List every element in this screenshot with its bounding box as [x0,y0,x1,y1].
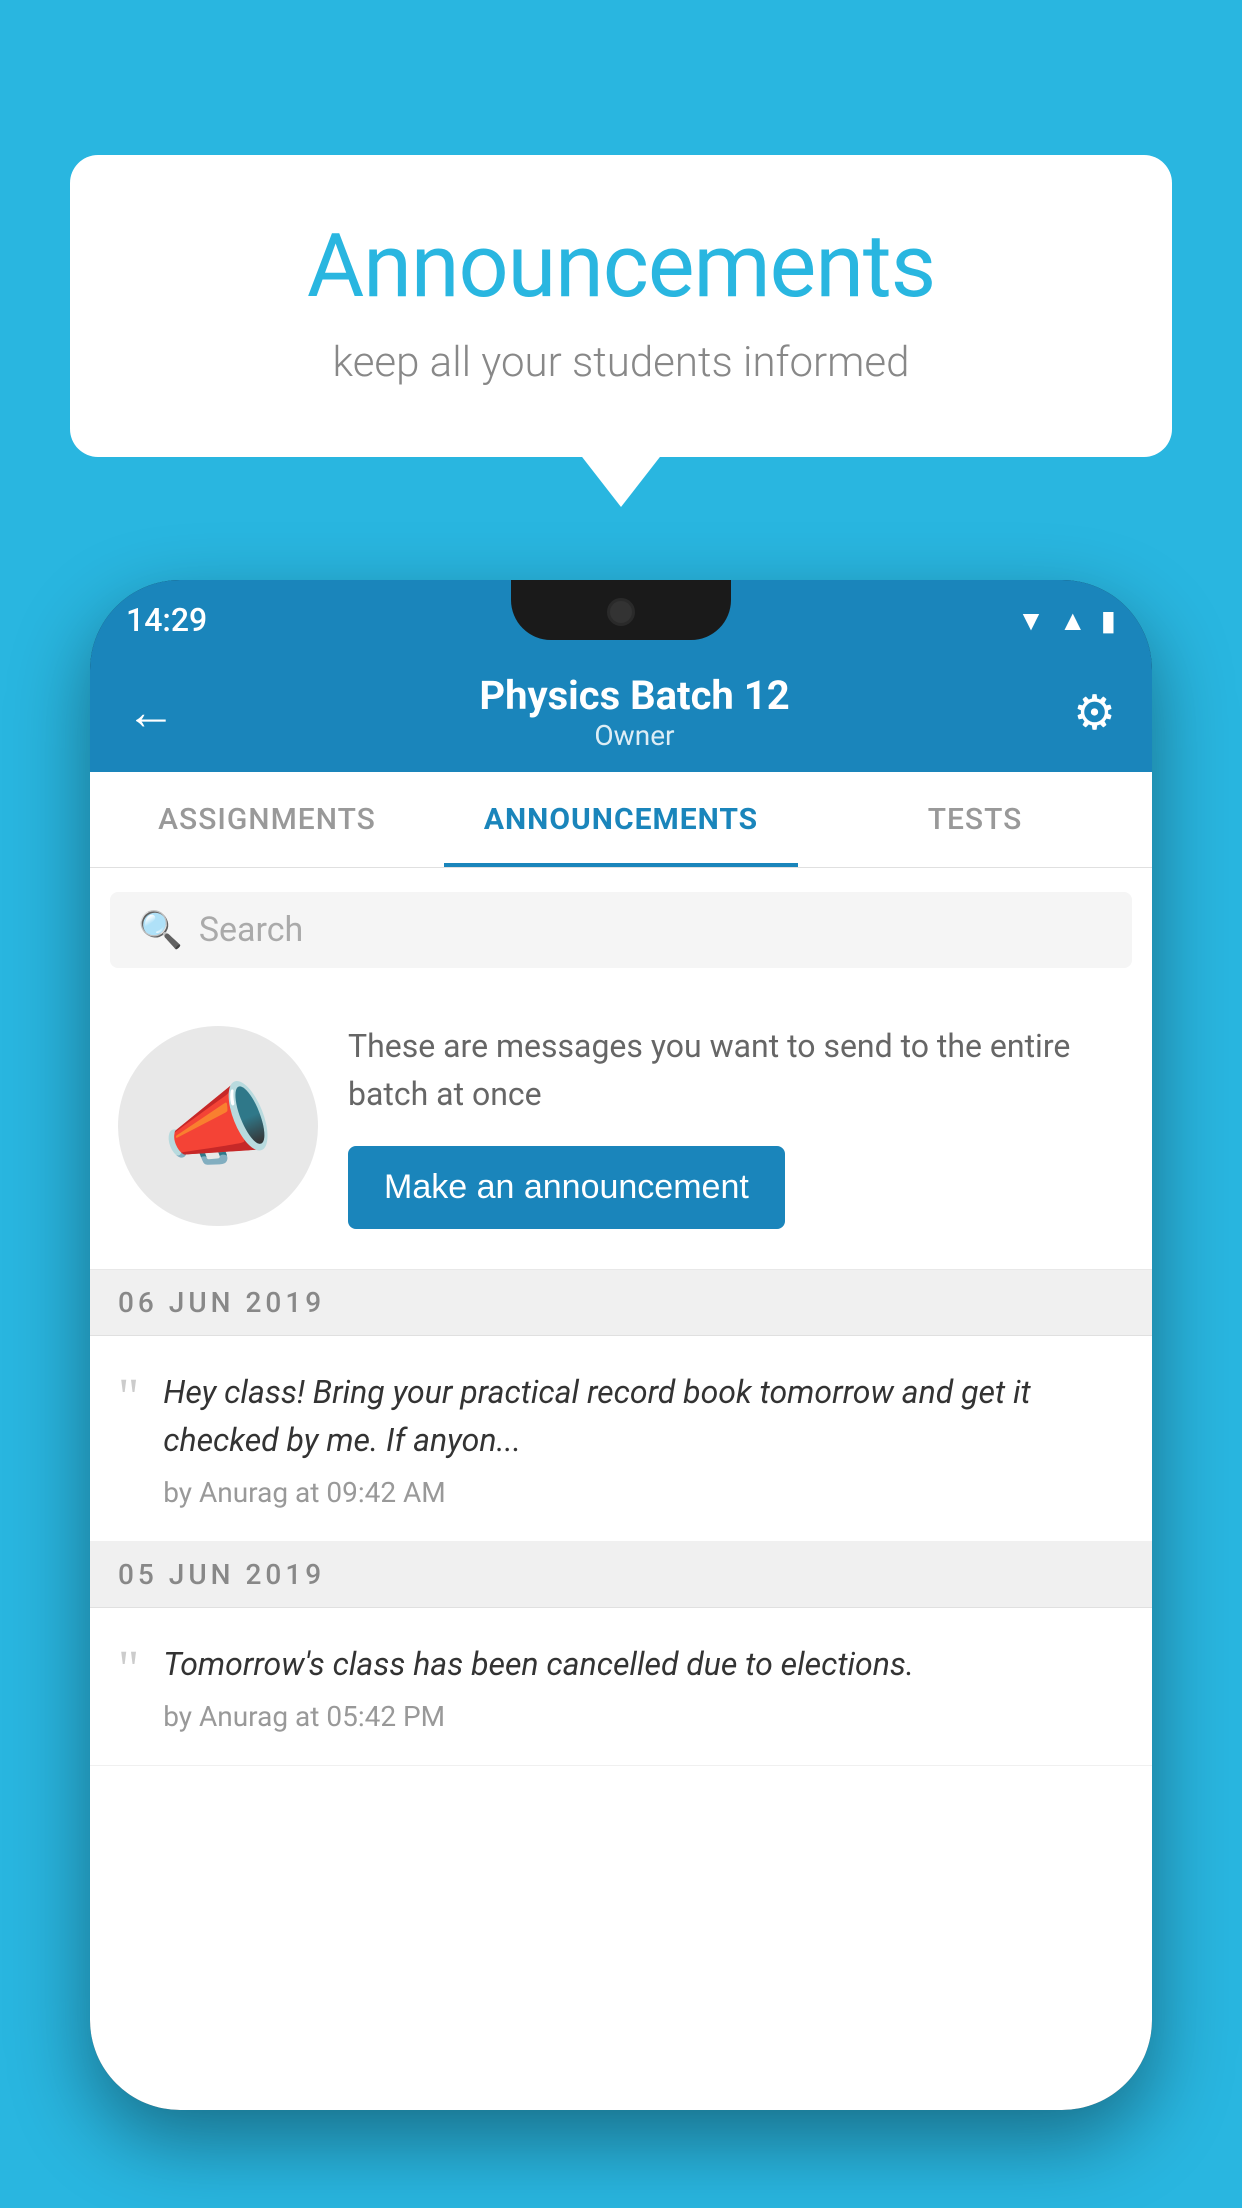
tab-tests[interactable]: TESTS [798,772,1152,867]
announcement-meta-1: by Anurag at 09:42 AM [163,1476,1124,1509]
quote-icon-2: " [118,1644,139,1696]
promo-icon-circle: 📣 [118,1026,318,1226]
wifi-icon: ▼ [1017,604,1045,637]
tab-announcements[interactable]: ANNOUNCEMENTS [444,772,798,867]
phone-container: 14:29 ▼ ▲ ▮ ← Physics Batch 12 Owner ⚙ A… [90,580,1152,2208]
app-bar-title-container: Physics Batch 12 Owner [196,672,1073,752]
date-separator-1: 06 JUN 2019 [90,1270,1152,1336]
announcement-text-1: Hey class! Bring your practical record b… [163,1368,1124,1464]
promo-description: These are messages you want to send to t… [348,1022,1124,1118]
app-bar-subtitle: Owner [196,719,1073,752]
signal-icon: ▲ [1059,604,1087,637]
announcement-promo: 📣 These are messages you want to send to… [90,992,1152,1270]
phone-screen: 🔍 Search 📣 These are messages you want t… [90,868,1152,2110]
app-bar: ← Physics Batch 12 Owner ⚙ [90,652,1152,772]
battery-icon: ▮ [1101,604,1116,637]
announcement-meta-2: by Anurag at 05:42 PM [163,1700,1124,1733]
app-bar-title: Physics Batch 12 [196,672,1073,719]
tab-bar: ASSIGNMENTS ANNOUNCEMENTS TESTS [90,772,1152,868]
speech-bubble: Announcements keep all your students inf… [70,155,1172,457]
status-icons: ▼ ▲ ▮ [1017,604,1116,637]
announcement-content-1: Hey class! Bring your practical record b… [163,1368,1124,1509]
search-bar[interactable]: 🔍 Search [110,892,1132,968]
promo-content: These are messages you want to send to t… [348,1022,1124,1229]
make-announcement-button[interactable]: Make an announcement [348,1146,785,1229]
phone-notch [511,580,731,640]
speech-bubble-title: Announcements [150,215,1092,318]
search-icon: 🔍 [138,909,183,951]
front-camera [607,598,635,626]
announcement-content-2: Tomorrow's class has been cancelled due … [163,1640,1124,1733]
megaphone-icon: 📣 [162,1073,274,1178]
phone-body: 14:29 ▼ ▲ ▮ ← Physics Batch 12 Owner ⚙ A… [90,580,1152,2110]
tab-assignments[interactable]: ASSIGNMENTS [90,772,444,867]
announcement-item-1[interactable]: " Hey class! Bring your practical record… [90,1336,1152,1542]
date-separator-2: 05 JUN 2019 [90,1542,1152,1608]
search-placeholder: Search [199,910,303,950]
back-button[interactable]: ← [126,683,176,742]
status-time: 14:29 [126,601,207,639]
speech-bubble-subtitle: keep all your students informed [150,338,1092,387]
speech-bubble-container: Announcements keep all your students inf… [70,155,1172,457]
announcement-item-2[interactable]: " Tomorrow's class has been cancelled du… [90,1608,1152,1766]
quote-icon-1: " [118,1372,139,1424]
announcement-text-2: Tomorrow's class has been cancelled due … [163,1640,1124,1688]
settings-icon[interactable]: ⚙ [1073,684,1116,741]
